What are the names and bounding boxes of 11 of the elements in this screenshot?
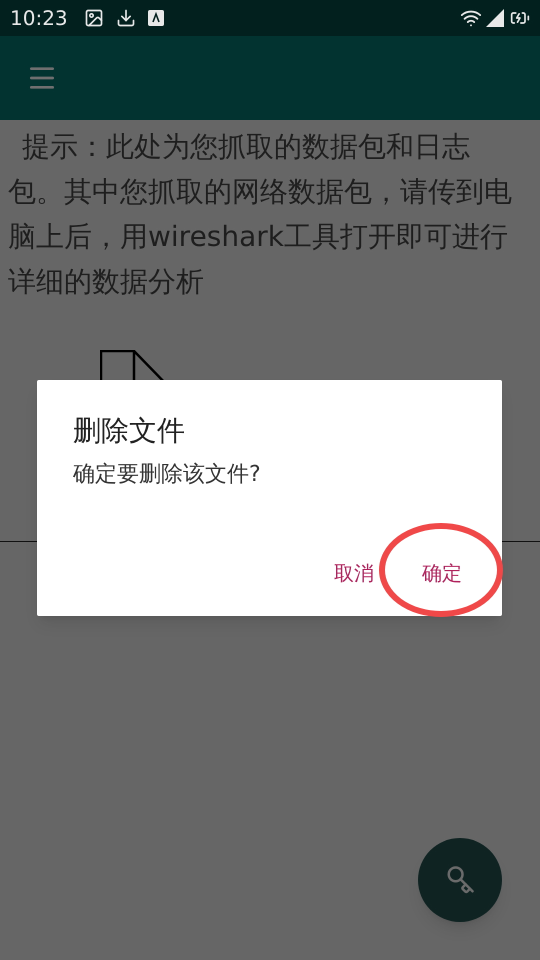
dialog-title: 删除文件: [73, 413, 186, 449]
signal-icon: [486, 9, 504, 27]
keyboard-notification-icon: [148, 10, 164, 26]
dialog-button[interactable]: 确定: [418, 552, 466, 594]
download-icon: [116, 8, 136, 28]
image-notification-icon: [84, 8, 104, 28]
dialog-button[interactable]: 取消: [330, 552, 378, 594]
dialog-message: 确定要删除该文件?: [73, 461, 262, 489]
status-time: 10:23: [10, 5, 68, 32]
hint-text: 提示：此处为您抓取的数据包和日志包。其中您抓取的网络数据包，请传到电脑上后，用wireshark工具打开即可进行详细的数据分析: [8, 129, 513, 300]
key-icon: [445, 865, 475, 895]
